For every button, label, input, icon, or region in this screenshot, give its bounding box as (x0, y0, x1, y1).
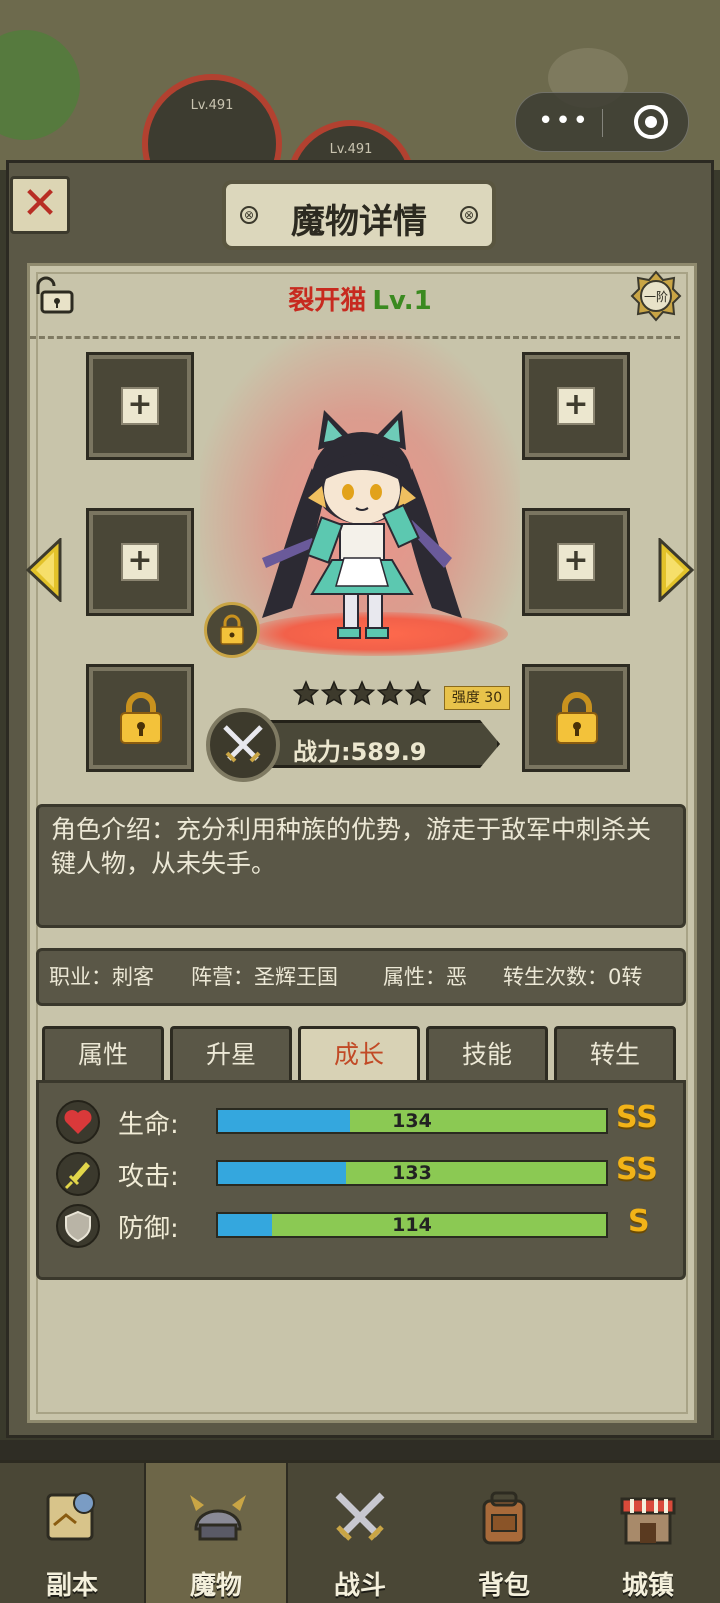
lock-icon (220, 614, 244, 645)
rank-text: 一阶 (644, 290, 668, 304)
info-bar: 职业：刺客 阵营：圣辉王国 属性：恶 转生次数：0转 (36, 948, 686, 1006)
dialog-title: 魔物详情 (291, 202, 427, 242)
star-icon (404, 680, 432, 706)
capsule-divider (602, 109, 603, 137)
stat-bar: 114 (216, 1212, 608, 1238)
monster-level: Lv.1 (372, 286, 432, 316)
nav-monster[interactable]: 魔物 (144, 1463, 288, 1603)
helmet-icon (190, 1495, 246, 1541)
monster-name: 裂开猫 (288, 286, 367, 316)
tab-skills[interactable]: 技能 (426, 1026, 548, 1082)
character-lock-button[interactable] (204, 602, 260, 658)
star-rating (292, 680, 432, 706)
star-icon (376, 680, 404, 706)
heart-icon (56, 1100, 100, 1144)
close-button[interactable]: ✕ (10, 176, 70, 234)
stat-row-attack: 攻击: 133 SS (56, 1152, 676, 1196)
nav-battle[interactable]: 战斗 (288, 1463, 432, 1603)
add-icon: + (121, 387, 159, 425)
sword-icon (56, 1152, 100, 1196)
nav-town[interactable]: 城镇 (576, 1463, 720, 1603)
stat-label: 生命: (118, 1110, 179, 1140)
nav-backpack[interactable]: 背包 (432, 1463, 576, 1603)
stat-grade: SS (616, 1152, 658, 1187)
equip-slot-3[interactable] (86, 664, 194, 772)
tab-attributes[interactable]: 属性 (42, 1026, 164, 1082)
monster-name-row: 裂开猫 Lv.1 (0, 280, 720, 317)
shield-icon (56, 1204, 100, 1248)
nav-label: 战斗 (333, 1571, 386, 1601)
stat-row-defense: 防御: 114 S (56, 1204, 676, 1248)
power-emblem (206, 708, 280, 782)
nav-dungeon[interactable]: 副本 (0, 1463, 144, 1603)
next-arrow-icon[interactable] (656, 538, 696, 602)
rank-badge: 一阶 (630, 270, 682, 322)
crossed-swords-icon (335, 1492, 385, 1541)
job-text: 职业：刺客 (49, 965, 154, 989)
equip-slot-6[interactable] (522, 664, 630, 772)
stat-label: 攻击: (118, 1162, 179, 1192)
shop-icon (620, 1497, 676, 1545)
bottom-nav: 副本 魔物 战斗 背包 城镇 (0, 1460, 720, 1603)
lock-icon (556, 692, 598, 744)
stat-value: 133 (392, 1162, 432, 1184)
power-value: 战力:589.9 (293, 738, 427, 766)
star-icon (292, 680, 320, 706)
stat-grade: S (628, 1204, 650, 1239)
equip-slot-1[interactable]: + (86, 352, 194, 460)
nav-label: 背包 (477, 1571, 530, 1601)
close-miniprogram-icon[interactable] (634, 105, 668, 139)
nav-label: 魔物 (189, 1571, 242, 1601)
stat-bar: 134 (216, 1108, 608, 1134)
nav-label: 城镇 (621, 1571, 674, 1601)
miniprogram-capsule: ••• (515, 92, 689, 152)
stat-row-hp: 生命: 134 SS (56, 1100, 676, 1144)
map-icon (46, 1492, 95, 1541)
stat-value: 134 (392, 1110, 432, 1132)
more-icon[interactable]: ••• (538, 107, 590, 135)
lock-icon (120, 692, 162, 744)
character-intro: 角色介绍：充分利用种族的优势，游走于敌军中刺杀关键人物，从未失手。 (36, 804, 686, 928)
power-bar: 战力:589.9 (250, 720, 500, 768)
stat-value: 114 (392, 1214, 432, 1236)
backpack-icon (482, 1491, 526, 1545)
add-icon: + (557, 543, 595, 581)
rivet-icon: ⊗ (460, 206, 478, 224)
prev-arrow-icon[interactable] (24, 538, 64, 602)
bottom-strip (0, 1440, 720, 1462)
crossed-swords-icon (223, 725, 263, 763)
title-plate: ⊗ 魔物详情 ⊗ (222, 180, 496, 250)
nav-label: 副本 (45, 1571, 98, 1601)
stat-label: 防御: (118, 1214, 179, 1244)
monster-character (262, 410, 462, 639)
strength-badge: 强度 30 (444, 686, 510, 710)
tab-star-up[interactable]: 升星 (170, 1026, 292, 1082)
equip-slot-4[interactable]: + (522, 352, 630, 460)
star-icon (320, 680, 348, 706)
camp-text: 阵营：圣辉王国 (191, 965, 338, 989)
tab-growth[interactable]: 成长 (298, 1026, 420, 1082)
intro-text: 角色介绍：充分利用种族的优势，游走于敌军中刺杀关键人物，从未失手。 (51, 815, 652, 878)
stat-bar: 133 (216, 1160, 608, 1186)
add-icon: + (557, 387, 595, 425)
equip-slot-2[interactable]: + (86, 508, 194, 616)
star-icon (348, 680, 376, 706)
stat-grade: SS (616, 1100, 658, 1135)
rebirth-text: 转生次数：0转 (503, 965, 643, 989)
attribute-text: 属性：恶 (383, 965, 467, 989)
tab-rebirth[interactable]: 转生 (554, 1026, 676, 1082)
equip-slot-5[interactable]: + (522, 508, 630, 616)
add-icon: + (121, 543, 159, 581)
